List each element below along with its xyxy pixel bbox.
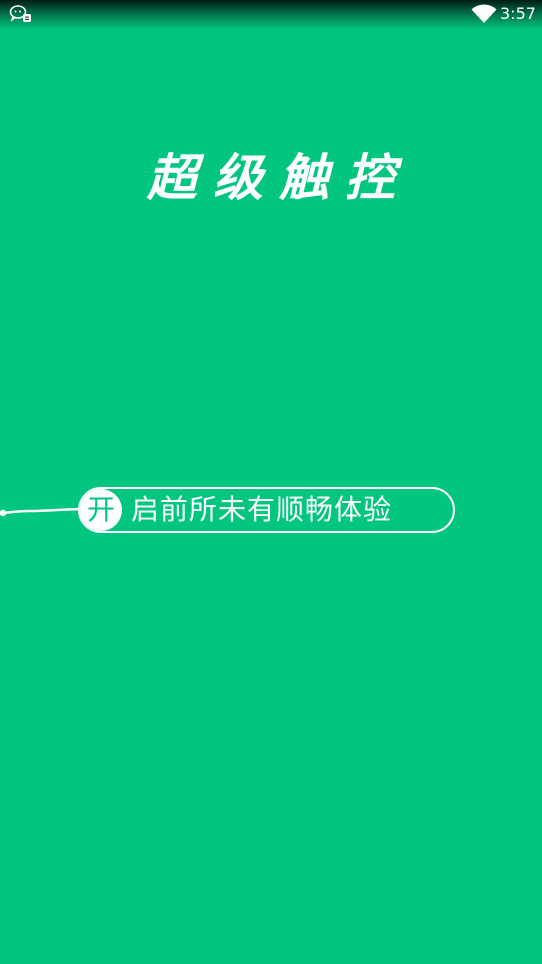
chat-notification-icon — [9, 5, 31, 22]
slogan-badge: 开 — [80, 489, 122, 531]
status-time: 3:57 — [500, 4, 536, 23]
status-bar: 3:57 — [0, 0, 542, 30]
wifi-icon — [471, 4, 497, 23]
swipe-line-decoration — [0, 507, 90, 517]
slogan-text: 启前所未有顺畅体验 — [131, 493, 393, 526]
app-title: 超级触控 — [147, 149, 411, 207]
